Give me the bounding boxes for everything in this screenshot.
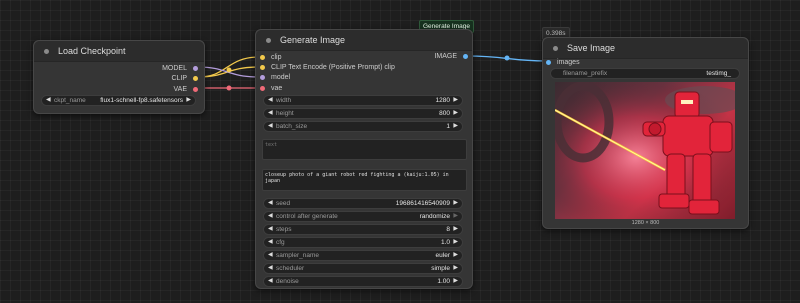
arrow-left-icon[interactable]: ◀ [268, 264, 273, 273]
vae-output-dot-icon[interactable] [193, 87, 198, 92]
prompt-textarea[interactable]: closeup photo of a giant robot red fight… [262, 169, 467, 191]
image-dimensions: 1280 × 800 [631, 220, 660, 226]
output-clip[interactable]: CLIP [171, 73, 198, 84]
collapse-dot-icon[interactable] [44, 48, 49, 54]
arrow-left-icon[interactable]: ◀ [268, 212, 273, 221]
filename-prefix-widget[interactable]: filename_prefix testimg_ [550, 68, 740, 79]
collapse-dot-icon[interactable] [553, 45, 558, 51]
node-title: Generate Image [280, 35, 346, 45]
arrow-right-icon[interactable]: ▶ [453, 122, 458, 131]
input-model[interactable]: model [260, 72, 290, 83]
output-image-preview[interactable] [555, 82, 735, 219]
node-title: Save Image [567, 43, 616, 53]
text-widget[interactable]: text [262, 139, 467, 160]
text-widget-label: text [265, 142, 278, 148]
arrow-left-icon[interactable]: ◀ [268, 122, 273, 131]
arrow-left-icon[interactable]: ◀ [268, 96, 273, 105]
prompt-text: closeup photo of a giant robot red fight… [265, 172, 449, 184]
batch-size-widget[interactable]: ◀ batch_size 1 ▶ [263, 121, 463, 132]
model-input-dot-icon[interactable] [260, 75, 265, 80]
arrow-right-icon[interactable]: ▶ [453, 199, 458, 208]
denoise-widget[interactable]: ◀ denoise 1.00 ▶ [263, 276, 463, 287]
input-vae[interactable]: vae [260, 83, 282, 94]
seed-widget[interactable]: ◀ seed 196861416540909 ▶ [263, 198, 463, 209]
node-header[interactable]: Save Image [543, 38, 748, 59]
arrow-left-icon[interactable]: ◀ [268, 109, 273, 118]
ckpt-name-widget[interactable]: ◀ ckpt_name flux1-schnell-fp8.safetensor… [41, 95, 196, 106]
arrow-right-icon[interactable]: ▶ [453, 238, 458, 247]
image-output-dot-icon[interactable] [463, 54, 468, 59]
clip-input-dot-icon[interactable] [260, 55, 265, 60]
node-header[interactable]: Load Checkpoint [34, 41, 204, 62]
arrow-right-icon[interactable]: ▶ [453, 225, 458, 234]
clip-output-dot-icon[interactable] [193, 76, 198, 81]
steps-widget[interactable]: ◀ steps 8 ▶ [263, 224, 463, 235]
arrow-left-icon[interactable]: ◀ [46, 96, 51, 105]
output-image[interactable]: IMAGE [434, 51, 468, 62]
images-input-dot-icon[interactable] [546, 60, 551, 65]
collapse-dot-icon[interactable] [266, 37, 271, 43]
arrow-right-icon[interactable]: ▶ [453, 251, 458, 260]
generate-image-node[interactable]: Generate Image clip CLIP Text Encode (Po… [255, 29, 473, 289]
node-title: Load Checkpoint [58, 46, 126, 56]
output-vae[interactable]: VAE [174, 84, 198, 95]
arrow-right-icon[interactable]: ▶ [453, 277, 458, 286]
height-widget[interactable]: ◀ height 800 ▶ [263, 108, 463, 119]
clip-encode-input-dot-icon[interactable] [260, 65, 265, 70]
sampler-name-widget[interactable]: ◀ sampler_name euler ▶ [263, 250, 463, 261]
width-widget[interactable]: ◀ width 1280 ▶ [263, 95, 463, 106]
model-output-dot-icon[interactable] [193, 66, 198, 71]
arrow-right-icon[interactable]: ▶ [453, 96, 458, 105]
scheduler-widget[interactable]: ◀ scheduler simple ▶ [263, 263, 463, 274]
arrow-left-icon[interactable]: ◀ [268, 277, 273, 286]
arrow-left-icon[interactable]: ◀ [268, 238, 273, 247]
cfg-widget[interactable]: ◀ cfg 1.0 ▶ [263, 237, 463, 248]
load-checkpoint-node[interactable]: Load Checkpoint MODEL CLIP VAE ◀ ckpt_na… [33, 40, 205, 114]
arrow-left-icon[interactable]: ◀ [268, 225, 273, 234]
node-header[interactable]: Generate Image [256, 30, 472, 51]
input-images[interactable]: images [546, 57, 580, 68]
robot-illustration [555, 82, 735, 219]
arrow-right-icon[interactable]: ▶ [453, 264, 458, 273]
arrow-right-icon[interactable]: ▶ [453, 109, 458, 118]
vae-input-dot-icon[interactable] [260, 86, 265, 91]
arrow-left-icon[interactable]: ◀ [268, 199, 273, 208]
control-after-generate-widget[interactable]: ◀ control after generate randomize ▶ [263, 211, 463, 222]
arrow-right-icon[interactable]: ▶ [453, 212, 458, 221]
arrow-left-icon[interactable]: ◀ [268, 251, 273, 260]
arrow-right-icon[interactable]: ▶ [186, 96, 191, 105]
